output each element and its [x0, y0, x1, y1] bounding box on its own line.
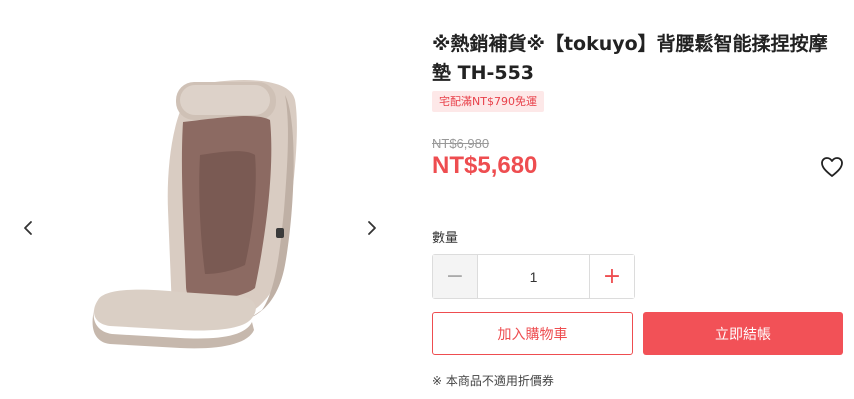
product-image — [92, 80, 297, 349]
coupon-notice: ※ 本商品不適用折價券 — [432, 374, 554, 388]
quantity-decrease-button[interactable]: − — [433, 255, 478, 298]
buy-now-button[interactable]: 立即結帳 — [643, 312, 843, 355]
quantity-input[interactable] — [478, 255, 589, 298]
gallery-next-button[interactable] — [360, 214, 384, 242]
original-price: NT$6,980 — [432, 136, 490, 151]
chevron-left-icon — [24, 221, 32, 235]
product-gallery — [0, 0, 400, 399]
add-to-cart-button[interactable]: 加入購物車 — [432, 312, 633, 355]
free-shipping-badge: 宅配滿NT$790免運 — [432, 91, 544, 112]
product-title: ※熱銷補貨※【tokuyo】背腰鬆智能揉捏按摩墊 TH-553 — [432, 33, 828, 84]
gallery-prev-button[interactable] — [16, 214, 40, 242]
quantity-increase-button[interactable]: + — [589, 255, 634, 298]
sale-price: NT$5,680 — [432, 152, 538, 179]
product-info: ※熱銷補貨※【tokuyo】背腰鬆智能揉捏按摩墊 TH-553 宅配滿NT$79… — [432, 0, 844, 399]
quantity-stepper: − + — [432, 254, 635, 299]
heart-icon — [821, 157, 843, 177]
quantity-label: 數量 — [432, 231, 459, 246]
wishlist-button[interactable] — [820, 156, 844, 178]
chevron-right-icon — [368, 221, 376, 235]
